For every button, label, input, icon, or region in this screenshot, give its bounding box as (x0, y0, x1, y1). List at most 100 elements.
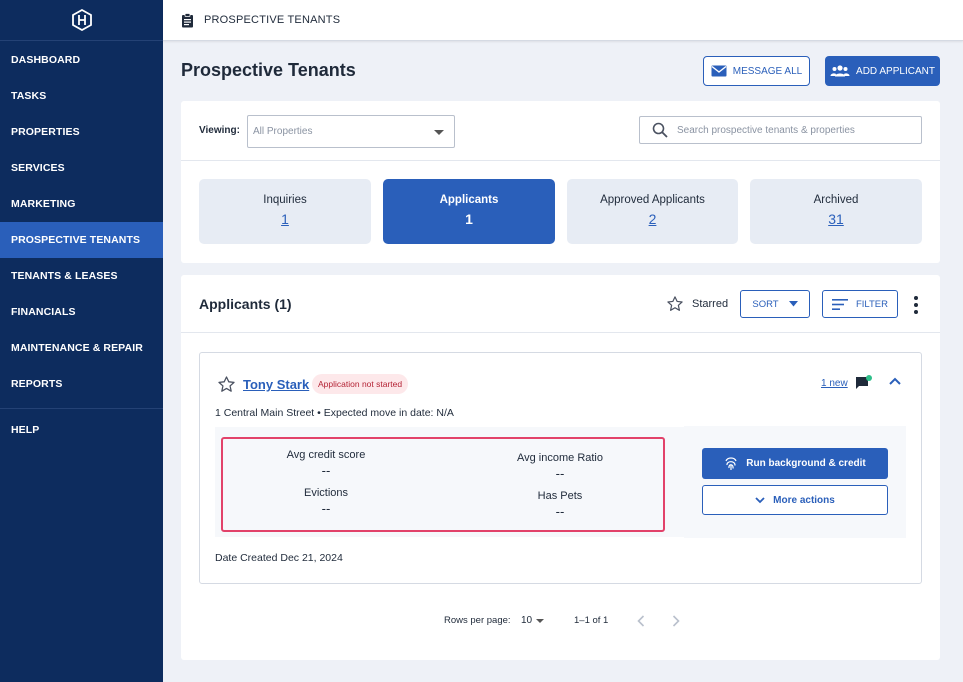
mail-icon (711, 65, 727, 77)
tab-archived[interactable]: Archived 31 (750, 179, 922, 244)
add-applicant-label: ADD APPLICANT (856, 65, 935, 77)
tab-label: Applicants (439, 194, 499, 206)
chevron-up-icon[interactable] (889, 377, 901, 385)
filter-button[interactable]: FILTER (822, 290, 898, 318)
hexagon-logo-icon (71, 9, 92, 31)
message-all-label: MESSAGE ALL (732, 65, 803, 77)
tab-label: Approved Applicants (600, 194, 705, 206)
sidebar-item-reports[interactable]: REPORTS (0, 366, 163, 402)
tab-count-link[interactable]: 31 (750, 211, 922, 227)
sort-button[interactable]: SORT (740, 290, 810, 318)
tab-label: Inquiries (263, 194, 307, 206)
search-input[interactable]: Search prospective tenants & properties (639, 116, 922, 144)
sidebar-item-label: SERVICES (11, 162, 65, 174)
message-all-button[interactable]: MESSAGE ALL (703, 56, 810, 86)
income-ratio-label: Avg income Ratio (516, 452, 603, 464)
page-range: 1–1 of 1 (574, 615, 609, 626)
filter-label: FILTER (855, 298, 889, 310)
rows-per-page-label: Rows per page: (444, 615, 511, 626)
starred-toggle[interactable]: Starred (666, 295, 728, 313)
section-title: Applicants (1) (199, 296, 292, 312)
applicant-address: 1 Central Main Street • Expected move in… (215, 407, 454, 419)
stats-panel: Avg credit score -- Evictions -- Avg inc… (215, 427, 685, 537)
actions-panel: Run background & credit More actions (684, 426, 906, 538)
sidebar-item-label: MAINTENANCE & REPAIR (11, 342, 143, 354)
sidebar-item-label: PROSPECTIVE TENANTS (11, 234, 141, 246)
clipboard-icon (182, 12, 193, 27)
filter-lines-icon (831, 298, 848, 310)
breadcrumb: PROSPECTIVE TENANTS (204, 14, 341, 26)
status-badge: Application not started (312, 374, 409, 394)
more-options-icon[interactable] (912, 296, 920, 314)
sidebar-item-dashboard[interactable]: DASHBOARD (0, 42, 163, 78)
page-title: Prospective Tenants (181, 60, 356, 80)
sidebar-nav: DASHBOARD TASKS PROPERTIES SERVICES MARK… (0, 41, 163, 445)
topbar: PROSPECTIVE TENANTS (163, 0, 963, 41)
sidebar-item-prospective-tenants[interactable]: PROSPECTIVE TENANTS (0, 222, 163, 258)
fingerprint-icon (725, 457, 737, 470)
applicants-card: Applicants (1) Starred SORT FILTER Tony … (181, 275, 940, 660)
app-logo[interactable] (0, 0, 163, 41)
sidebar-item-services[interactable]: SERVICES (0, 150, 163, 186)
sidebar-item-label: TASKS (11, 90, 47, 102)
sidebar-item-label: DASHBOARD (11, 54, 81, 66)
new-messages-link[interactable]: 1 new (821, 378, 848, 389)
sidebar-item-properties[interactable]: PROPERTIES (0, 114, 163, 150)
tab-label: Archived (813, 194, 859, 206)
chevron-left-icon[interactable] (637, 615, 645, 627)
date-created: Date Created Dec 21, 2024 (215, 552, 343, 564)
caret-down-icon (788, 301, 798, 307)
applicant-name-link[interactable]: Tony Stark (243, 377, 309, 392)
has-pets-label: Has Pets (537, 490, 583, 502)
divider (181, 332, 940, 333)
add-user-group-icon (830, 65, 850, 77)
rows-per-page-select[interactable]: 10 (521, 615, 545, 626)
tab-count-link[interactable]: 1 (199, 211, 371, 227)
divider (181, 160, 940, 161)
sidebar-item-maintenance-repair[interactable]: MAINTENANCE & REPAIR (0, 330, 163, 366)
filters-card: Viewing: All Properties Search prospecti… (181, 101, 940, 263)
star-outline-icon[interactable] (217, 375, 236, 394)
sidebar-item-financials[interactable]: FINANCIALS (0, 294, 163, 330)
viewing-label: Viewing: (199, 125, 240, 136)
caret-down-icon (536, 618, 545, 623)
add-applicant-button[interactable]: ADD APPLICANT (825, 56, 940, 86)
search-icon (652, 122, 668, 138)
caret-down-icon (434, 130, 444, 135)
credit-score-value: -- (321, 463, 331, 478)
sidebar-item-label: REPORTS (11, 378, 63, 390)
sort-label: SORT (752, 298, 779, 310)
sidebar-item-help[interactable]: HELP (0, 415, 163, 445)
evictions-label: Evictions (303, 487, 349, 499)
sidebar-item-marketing[interactable]: MARKETING (0, 186, 163, 222)
income-ratio-value: -- (555, 466, 565, 481)
tab-count-link[interactable]: 2 (567, 211, 738, 227)
stats-column-left: Avg credit score -- Evictions -- (215, 427, 437, 537)
run-background-credit-button[interactable]: Run background & credit (702, 448, 888, 479)
chevron-right-icon[interactable] (672, 615, 680, 627)
sidebar-item-label: FINANCIALS (11, 306, 76, 318)
sidebar-item-label: MARKETING (11, 198, 76, 210)
tab-applicants[interactable]: Applicants 1 (383, 179, 555, 244)
sidebar-item-label: PROPERTIES (11, 126, 80, 138)
rows-per-page-value: 10 (521, 615, 533, 626)
run-background-credit-label: Run background & credit (746, 458, 866, 469)
sidebar-divider (0, 408, 163, 409)
tab-inquiries[interactable]: Inquiries 1 (199, 179, 371, 244)
more-actions-button[interactable]: More actions (702, 485, 888, 515)
sidebar-item-tasks[interactable]: TASKS (0, 78, 163, 114)
starred-label: Starred (692, 298, 729, 310)
search-placeholder: Search prospective tenants & properties (677, 124, 855, 136)
tab-approved-applicants[interactable]: Approved Applicants 2 (567, 179, 738, 244)
evictions-value: -- (321, 501, 331, 516)
property-select[interactable]: All Properties (247, 115, 455, 148)
sidebar-item-tenants-leases[interactable]: TENANTS & LEASES (0, 258, 163, 294)
unread-dot (866, 375, 872, 381)
sidebar-item-label: HELP (11, 424, 40, 436)
tab-count: 1 (465, 211, 473, 227)
chevron-down-icon (755, 496, 765, 503)
credit-score-label: Avg credit score (286, 449, 366, 461)
stats-column-right: Avg income Ratio -- Has Pets -- (449, 427, 671, 537)
sidebar-item-label: TENANTS & LEASES (11, 270, 118, 282)
sidebar: DASHBOARD TASKS PROPERTIES SERVICES MARK… (0, 0, 163, 682)
